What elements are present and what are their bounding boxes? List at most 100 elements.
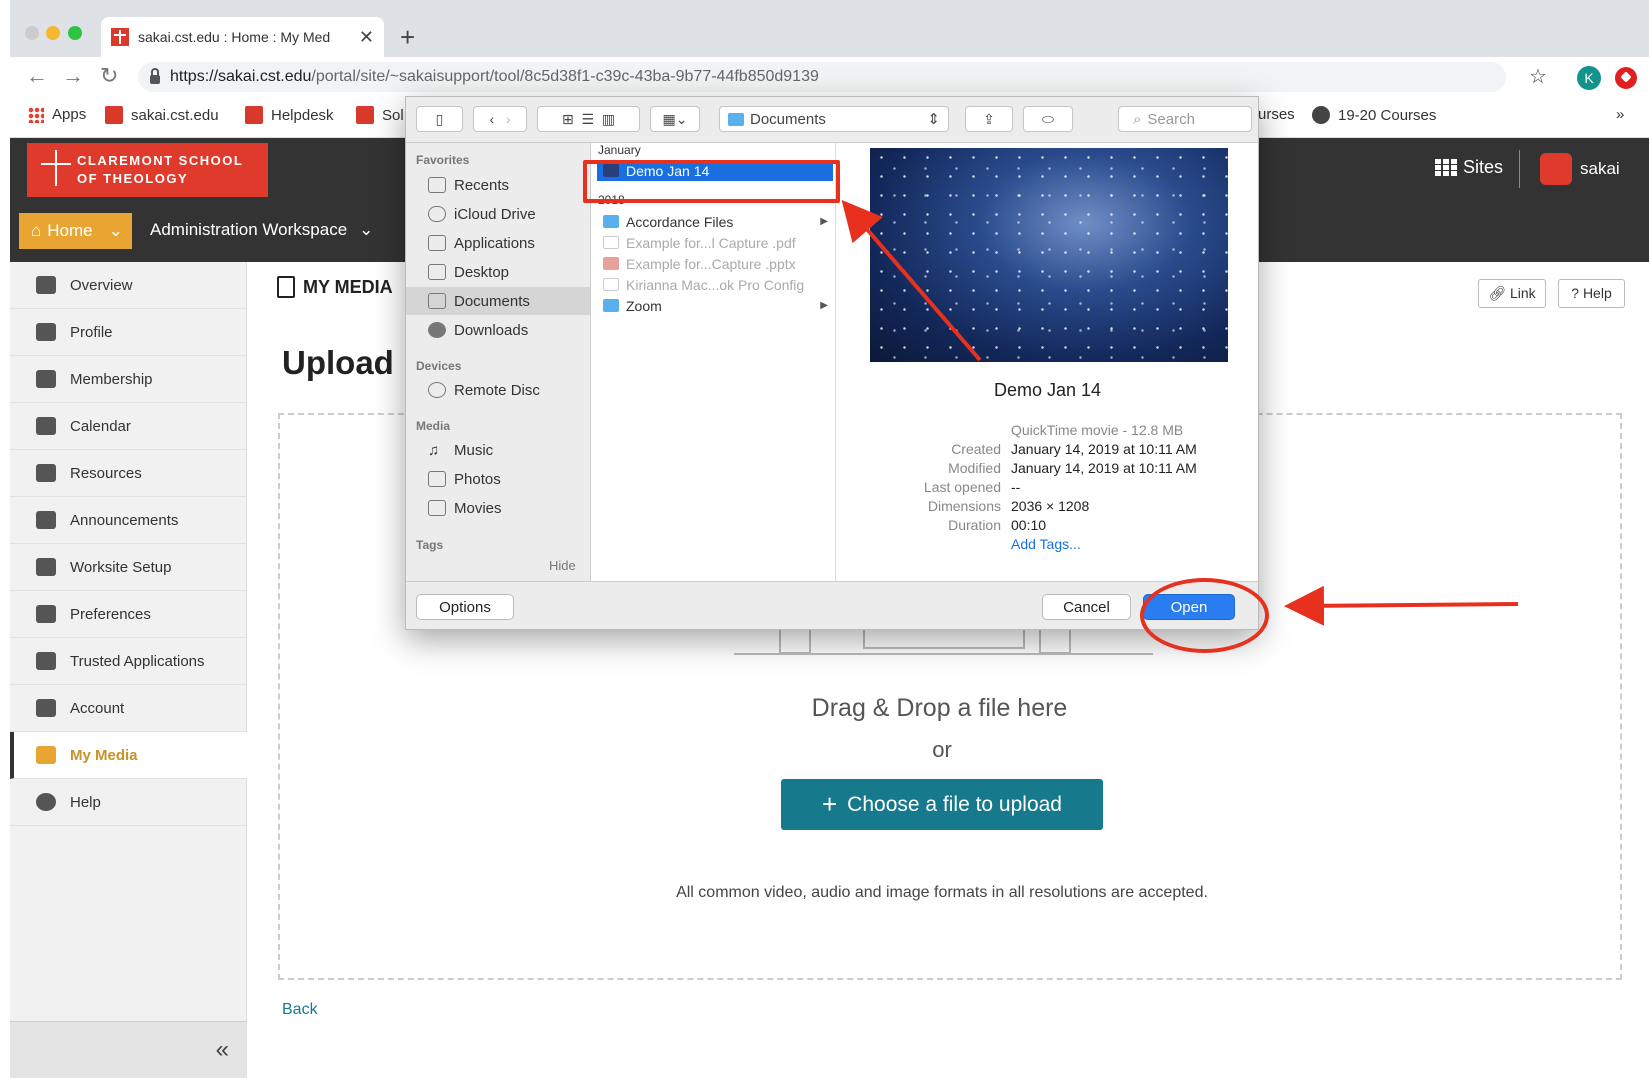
- sidebar-label: Recents: [454, 176, 510, 194]
- meta-label: Last opened: [923, 479, 1001, 495]
- lock-icon: [150, 68, 160, 84]
- sidebar-toggle-icon[interactable]: ▯: [416, 106, 463, 132]
- workspace-label: Administration Workspace: [150, 220, 348, 239]
- cross-icon: [55, 150, 57, 186]
- documents-icon: [428, 293, 446, 309]
- address-bar[interactable]: https://sakai.cst.edu /portal/site/~saka…: [138, 62, 1506, 92]
- cst-logo[interactable]: CLAREMONT SCHOOL OF THEOLOGY: [27, 143, 268, 197]
- config-file-icon: [603, 278, 619, 291]
- nav-label: Announcements: [70, 511, 179, 529]
- back-link[interactable]: Back: [282, 1001, 318, 1019]
- file-accordance-files[interactable]: Accordance Files ▶: [597, 211, 833, 232]
- up-down-chevron-icon: ⇕: [927, 111, 940, 128]
- cancel-button[interactable]: Cancel: [1042, 594, 1131, 620]
- meta-value: 2036 × 1208: [1011, 498, 1090, 514]
- icon-view-icon[interactable]: ⊞: [562, 111, 574, 128]
- meta-kind-value: QuickTime movie - 12.8 MB: [1011, 422, 1184, 438]
- logo-line1: CLAREMONT SCHOOL: [77, 153, 244, 168]
- nav-profile[interactable]: Profile: [10, 309, 247, 356]
- bookmark-star-icon[interactable]: ☆: [1529, 64, 1547, 89]
- chevron-down-icon: ⌄: [108, 221, 123, 240]
- bookmark-sol[interactable]: Sol: [356, 106, 404, 124]
- nav-help[interactable]: Help: [10, 779, 247, 826]
- help-button[interactable]: ? Help: [1558, 279, 1625, 308]
- annotation-highlight-oval: [1140, 578, 1269, 653]
- bookmark-courses[interactable]: urses: [1258, 106, 1295, 123]
- view-mode-buttons[interactable]: ⊞ ☰ ▥: [537, 106, 640, 132]
- options-button[interactable]: Options: [416, 594, 514, 620]
- sidebar-remote-disc[interactable]: Remote Disc: [406, 376, 590, 404]
- film-icon: [428, 500, 446, 516]
- browser-tab[interactable]: sakai.cst.edu : Home : My Med ✕: [101, 17, 384, 57]
- search-placeholder: Search: [1147, 110, 1195, 128]
- tool-title-text: MY MEDIA: [303, 276, 393, 297]
- file-config: Kirianna Mac...ok Pro Config: [597, 274, 833, 295]
- back-forward-buttons[interactable]: ‹ ›: [473, 106, 527, 132]
- location-label: Documents: [750, 110, 826, 128]
- hide-tags-link[interactable]: Hide: [549, 558, 576, 573]
- group-by-icon[interactable]: ▦⌄: [650, 106, 700, 132]
- nav-preferences[interactable]: Preferences: [10, 591, 247, 638]
- sidebar-label: Desktop: [454, 263, 510, 281]
- nav-worksite-setup[interactable]: Worksite Setup: [10, 544, 247, 591]
- reload-icon[interactable]: ↻: [100, 63, 118, 89]
- choose-file-button[interactable]: + Choose a file to upload: [781, 779, 1103, 830]
- zoom-window-dot[interactable]: [68, 26, 82, 40]
- add-tags-link[interactable]: Add Tags...: [1011, 536, 1081, 552]
- chevron-right-icon[interactable]: ›: [506, 111, 511, 127]
- more-bookmarks-icon[interactable]: »: [1616, 106, 1624, 123]
- new-tab-button[interactable]: +: [400, 22, 415, 53]
- tool-title: MY MEDIA: [277, 276, 393, 298]
- nav-calendar[interactable]: Calendar: [10, 403, 247, 450]
- profile-avatar[interactable]: K: [1577, 66, 1601, 90]
- share-icon[interactable]: ⇪: [965, 106, 1013, 132]
- close-window-dot[interactable]: [25, 26, 39, 40]
- meta-modified: Modified January 14, 2019 at 10:11 AM: [837, 460, 1258, 476]
- admin-workspace-site[interactable]: Administration Workspace ⌄: [150, 220, 373, 240]
- nav-membership[interactable]: Membership: [10, 356, 247, 403]
- meta-value: 00:10: [1011, 517, 1047, 533]
- sidebar-desktop[interactable]: Desktop: [406, 258, 590, 286]
- bookmark-sakai[interactable]: sakai.cst.edu: [105, 106, 219, 124]
- favorites-heading: Favorites: [416, 153, 470, 167]
- bookmark-19-20-courses[interactable]: 19-20 Courses: [1312, 106, 1436, 124]
- nav-trusted-applications[interactable]: Trusted Applications: [10, 638, 247, 685]
- sites-button[interactable]: Sites: [1435, 157, 1503, 178]
- cross-icon-bar: [41, 163, 71, 165]
- minimize-window-dot[interactable]: [46, 26, 60, 40]
- forward-arrow-icon[interactable]: →: [62, 63, 84, 89]
- close-tab-icon[interactable]: ✕: [359, 27, 374, 48]
- tag-icon[interactable]: ⬭: [1023, 106, 1073, 132]
- nav-label: Profile: [70, 323, 113, 341]
- bookmark-apps[interactable]: Apps: [28, 106, 86, 123]
- sidebar-applications[interactable]: Applications: [406, 229, 590, 257]
- tags-heading: Tags: [416, 538, 444, 552]
- search-field[interactable]: ⌕ Search: [1118, 106, 1252, 132]
- bookmark-helpdesk[interactable]: Helpdesk: [245, 106, 334, 124]
- link-icon: 🔗︎: [1488, 285, 1507, 301]
- file-zoom-folder[interactable]: Zoom ▶: [597, 295, 833, 316]
- sidebar-recents[interactable]: Recents: [406, 171, 590, 199]
- nav-announcements[interactable]: Announcements: [10, 497, 247, 544]
- back-arrow-icon[interactable]: ←: [26, 63, 48, 89]
- sidebar-movies[interactable]: Movies: [406, 494, 590, 522]
- user-menu[interactable]: sakai: [1540, 153, 1620, 185]
- home-site-button[interactable]: ⌂ Home ⌄: [19, 213, 132, 249]
- sidebar-label: Remote Disc: [454, 381, 540, 399]
- sidebar-documents[interactable]: Documents: [406, 287, 590, 315]
- collapse-menu-button[interactable]: «: [10, 1021, 247, 1078]
- link-button[interactable]: 🔗︎ Link: [1478, 279, 1546, 308]
- sidebar-downloads[interactable]: Downloads: [406, 316, 590, 344]
- column-view-icon[interactable]: ▥: [602, 111, 615, 128]
- nav-resources[interactable]: Resources: [10, 450, 247, 497]
- nav-overview[interactable]: Overview: [10, 262, 247, 309]
- location-popup[interactable]: Documents ⇕: [719, 106, 949, 132]
- chevron-left-icon[interactable]: ‹: [489, 111, 494, 127]
- extension-icon[interactable]: [1615, 67, 1637, 89]
- sakai-favicon-icon: [105, 106, 123, 124]
- sidebar-icloud-drive[interactable]: iCloud Drive: [406, 200, 590, 228]
- sidebar-music[interactable]: ♫ Music: [406, 436, 590, 464]
- list-view-icon[interactable]: ☰: [581, 111, 594, 128]
- bookmark-label: Apps: [52, 106, 87, 123]
- sidebar-photos[interactable]: Photos: [406, 465, 590, 493]
